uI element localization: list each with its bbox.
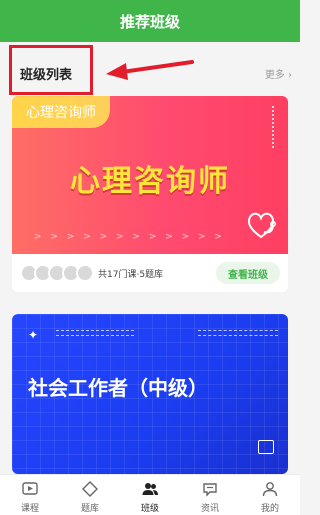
class-card-psych[interactable]: 心理咨询师 心理咨询师 > > > > > > > > > > > > 共17门… [12, 96, 288, 292]
chat-bubble-icon [203, 483, 217, 497]
tab-mine[interactable]: 我的 [240, 475, 300, 515]
class-banner-social-work: ✦ 社会工作者（中级） [12, 314, 288, 474]
tab-label: 题库 [80, 504, 99, 514]
avatar-stack [20, 264, 108, 282]
class-card-social-work[interactable]: ✦ 社会工作者（中级） [12, 314, 288, 474]
tab-label: 课程 [20, 504, 39, 514]
tab-label: 我的 [260, 504, 279, 514]
avatar [76, 264, 94, 282]
tab-news[interactable]: 资讯 [180, 475, 240, 515]
more-link[interactable]: 更多 › [265, 66, 292, 81]
class-tag: 心理咨询师 [12, 96, 110, 128]
class-card-footer: 共17门课·5题库 查看班级 [12, 254, 288, 292]
people-icon [142, 483, 158, 495]
chevron-decoration: > > > > > > > > > > > > [34, 232, 225, 242]
tab-label: 资讯 [200, 504, 219, 514]
class-banner-title: 社会工作者（中级） [28, 376, 208, 400]
dotted-decoration [272, 106, 274, 148]
tab-class[interactable]: 班级 [120, 475, 180, 515]
tab-label: 班级 [140, 504, 159, 514]
view-class-button[interactable]: 查看班级 [216, 262, 280, 284]
bottom-tab-bar: 课程 题库 班级 资讯 我的 [0, 474, 300, 515]
hatch-decoration [198, 330, 278, 336]
class-meta: 共17门课·5题库 [98, 270, 164, 280]
annotation-highlight-box [9, 45, 93, 95]
hatch-decoration [56, 330, 134, 336]
play-square-icon [22, 482, 38, 495]
annotation-arrow-top [106, 60, 194, 80]
app-screen: 推荐班级 班级列表 更多 › 心理咨询师 心理咨询师 > > > > > > >… [0, 0, 300, 515]
sparkle-icon: ✦ [28, 328, 39, 342]
diamond-icon [82, 481, 98, 497]
class-banner-psych: 心理咨询师 心理咨询师 > > > > > > > > > > > > [12, 96, 288, 254]
tab-course[interactable]: 课程 [0, 475, 60, 515]
certificate-icon [258, 440, 274, 454]
person-icon [262, 482, 278, 497]
tab-question-bank[interactable]: 题库 [60, 475, 120, 515]
class-banner-title: 心理咨询师 [70, 164, 230, 199]
top-bar: 推荐班级 [0, 0, 300, 42]
page-title: 推荐班级 [119, 12, 180, 31]
heart-stethoscope-icon [247, 212, 276, 239]
